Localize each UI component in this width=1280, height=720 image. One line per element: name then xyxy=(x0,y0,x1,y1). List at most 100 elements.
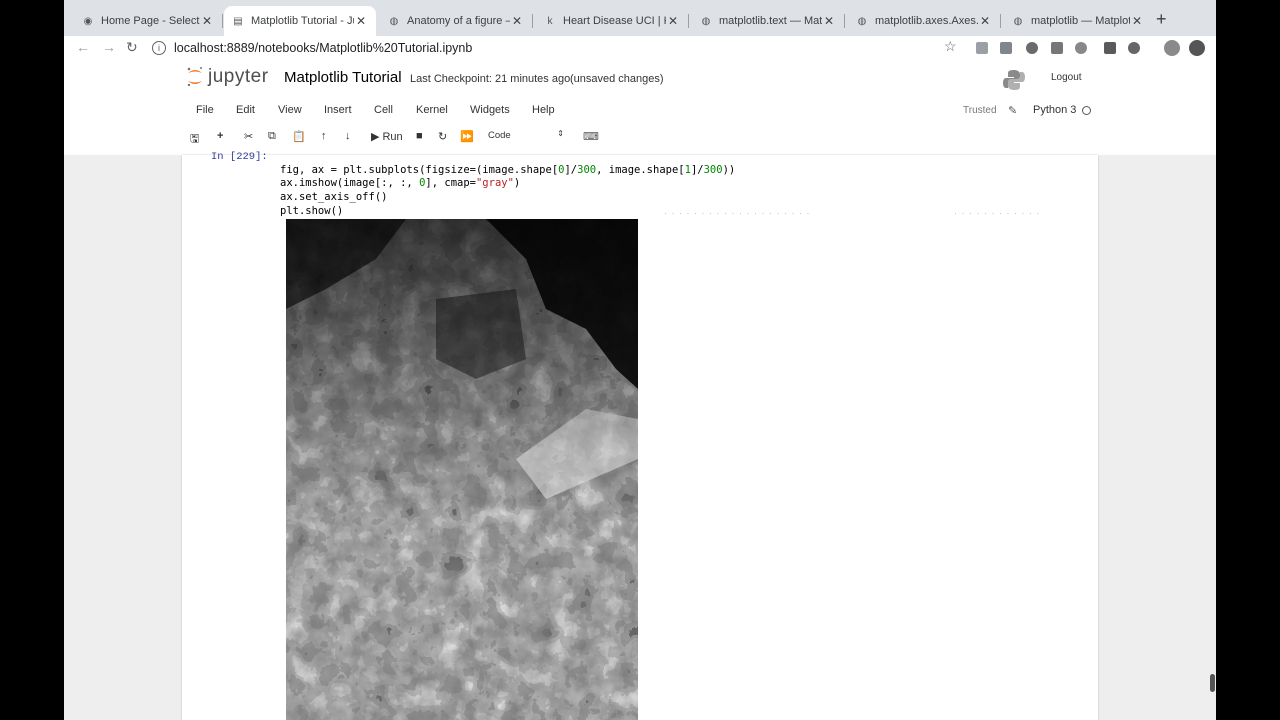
cell-divider: · · · · · · · · · · · · · · · · · · · · xyxy=(664,208,811,218)
menu-icon[interactable] xyxy=(1189,40,1205,56)
site-info-icon[interactable]: i xyxy=(152,41,166,55)
url-text: localhost:8889/notebooks/Matplotlib%20Tu… xyxy=(174,41,473,55)
command-palette-icon[interactable]: ⌨ xyxy=(583,130,599,143)
matplotlib-favicon-icon: ◍ xyxy=(857,15,867,27)
new-tab-icon[interactable]: + xyxy=(1156,9,1167,30)
close-tab-icon[interactable]: ✕ xyxy=(978,14,992,28)
run-button[interactable]: ▶ Run xyxy=(371,130,403,143)
browser-toolbar: ← → ↻ i localhost:8889/notebooks/Matplot… xyxy=(64,36,1216,60)
cut-icon[interactable]: ✂ xyxy=(244,130,253,143)
logout-button[interactable]: Logout xyxy=(1046,70,1087,85)
code-line: ax.imshow(image[:, :, 0], cmap="gray") xyxy=(280,177,521,190)
extension-icon[interactable] xyxy=(1026,42,1038,54)
cell-type-select[interactable]: Code ⇕ xyxy=(482,129,568,144)
restart-run-all-icon[interactable]: ⏩ xyxy=(460,130,474,143)
menu-widgets[interactable]: Widgets xyxy=(470,104,510,116)
profile-avatar[interactable] xyxy=(1164,40,1180,56)
interrupt-icon[interactable]: ■ xyxy=(416,130,423,142)
jupyter-logo[interactable]: jupyter xyxy=(186,66,269,88)
tab-matplotlib-axes[interactable]: ◍ matplotlib.axes.Axes.t ✕ xyxy=(848,6,1001,36)
jupyter-favicon-icon: ◉ xyxy=(83,15,93,27)
tab-strip: ◉ Home Page - Select or ✕ ▤ Matplotlib T… xyxy=(64,0,1216,38)
tab-home-page[interactable]: ◉ Home Page - Select or ✕ xyxy=(74,6,223,36)
menu-view[interactable]: View xyxy=(278,104,302,116)
close-tab-icon[interactable]: ✕ xyxy=(200,14,214,28)
tab-separator xyxy=(688,14,689,28)
tab-heart-disease[interactable]: k Heart Disease UCI | K ✕ xyxy=(536,6,689,36)
tab-title: matplotlib — Matplotli xyxy=(1031,15,1130,27)
tab-title: Anatomy of a figure — xyxy=(407,15,510,27)
tab-title: Matplotlib Tutorial - Ju xyxy=(251,15,354,27)
menu-insert[interactable]: Insert xyxy=(324,104,352,116)
reload-icon[interactable]: ↻ xyxy=(126,39,138,56)
kernel-status-icon xyxy=(1082,106,1091,115)
code-line: fig, ax = plt.subplots(figsize=(image.sh… xyxy=(280,163,736,176)
extension-icon[interactable] xyxy=(1051,42,1063,54)
menu-cell[interactable]: Cell xyxy=(374,104,393,116)
tab-title: Heart Disease UCI | K xyxy=(563,15,666,27)
extension-icon[interactable] xyxy=(1128,42,1140,54)
paste-icon[interactable]: 📋 xyxy=(292,130,306,143)
notebook-title[interactable]: Matplotlib Tutorial xyxy=(284,69,402,86)
trusted-indicator[interactable]: Trusted xyxy=(963,105,997,116)
menu-edit[interactable]: Edit xyxy=(236,104,255,116)
tab-title: matplotlib.text — Mat xyxy=(719,15,822,27)
notebook-favicon-icon: ▤ xyxy=(233,15,243,27)
code-line: ax.set_axis_off() xyxy=(280,191,388,204)
notebook-area xyxy=(64,155,1216,720)
save-icon[interactable]: 🖫 xyxy=(190,130,199,149)
tab-matplotlib[interactable]: ◍ matplotlib — Matplotli ✕ xyxy=(1004,6,1152,36)
extension-icon[interactable] xyxy=(1000,42,1012,54)
extension-icon[interactable] xyxy=(1075,42,1087,54)
matplotlib-favicon-icon: ◍ xyxy=(1013,15,1023,27)
tab-title: matplotlib.axes.Axes.t xyxy=(875,15,978,27)
tab-separator xyxy=(532,14,533,28)
kernel-name: Python 3 xyxy=(1033,104,1077,116)
output-image xyxy=(286,219,638,720)
tab-matplotlib-text[interactable]: ◍ matplotlib.text — Mat ✕ xyxy=(692,6,845,36)
kaggle-favicon-icon: k xyxy=(547,15,553,27)
run-icon: ▶ xyxy=(371,131,380,143)
checkpoint-status: Last Checkpoint: 21 minutes ago xyxy=(410,73,571,85)
close-tab-icon[interactable]: ✕ xyxy=(510,14,524,28)
menu-help[interactable]: Help xyxy=(532,104,555,116)
menu-file[interactable]: File xyxy=(196,104,214,116)
page-scrollbar[interactable] xyxy=(1210,674,1215,692)
matplotlib-favicon-icon: ◍ xyxy=(701,15,711,27)
back-arrow-icon[interactable]: ← xyxy=(76,39,90,55)
chevron-updown-icon: ⇕ xyxy=(557,129,564,138)
copy-icon[interactable]: ⧉ xyxy=(268,130,276,143)
run-label: Run xyxy=(382,131,403,143)
close-tab-icon[interactable]: ✕ xyxy=(666,14,680,28)
jupyter-logo-icon xyxy=(186,66,204,88)
cell-divider: · · · · · · · · · · · · xyxy=(954,208,1041,218)
tab-anatomy-of-figure[interactable]: ◍ Anatomy of a figure — ✕ xyxy=(380,6,533,36)
python-logo-icon xyxy=(1002,68,1026,92)
jupyter-header: jupyter Matplotlib Tutorial Last Checkpo… xyxy=(64,60,1216,155)
close-tab-icon[interactable]: ✕ xyxy=(354,14,368,28)
bookmark-star-icon[interactable]: ☆ xyxy=(944,38,957,55)
cell-type-value: Code xyxy=(488,130,511,141)
code-line: plt.show() xyxy=(280,204,344,217)
tab-matplotlib-tutorial[interactable]: ▤ Matplotlib Tutorial - Ju ✕ xyxy=(224,6,376,36)
forward-arrow-icon[interactable]: → xyxy=(102,39,116,55)
tab-separator xyxy=(1000,14,1001,28)
extension-icon[interactable] xyxy=(1104,42,1116,54)
move-up-icon[interactable]: ↑ xyxy=(321,130,327,142)
tab-separator xyxy=(844,14,845,28)
add-cell-icon[interactable]: + xyxy=(217,130,223,142)
move-down-icon[interactable]: ↓ xyxy=(345,130,351,142)
address-bar[interactable]: i localhost:8889/notebooks/Matplotlib%20… xyxy=(152,37,942,59)
notebook-toolbar: 🖫 + ✂ ⧉ 📋 ↑ ↓ ▶ Run ■ ↻ ⏩ xyxy=(64,128,1216,150)
edit-pencil-icon[interactable]: ✎ xyxy=(1008,104,1017,117)
close-tab-icon[interactable]: ✕ xyxy=(1130,14,1144,28)
unsaved-changes-indicator: (unsaved changes) xyxy=(570,73,664,85)
jupyter-logo-text: jupyter xyxy=(208,66,269,87)
browser-window: ◉ Home Page - Select or ✕ ▤ Matplotlib T… xyxy=(64,0,1216,720)
restart-icon[interactable]: ↻ xyxy=(438,130,447,143)
extension-icon[interactable] xyxy=(976,42,988,54)
matplotlib-favicon-icon: ◍ xyxy=(389,15,399,27)
tab-separator xyxy=(222,14,223,28)
menu-kernel[interactable]: Kernel xyxy=(416,104,448,116)
close-tab-icon[interactable]: ✕ xyxy=(822,14,836,28)
